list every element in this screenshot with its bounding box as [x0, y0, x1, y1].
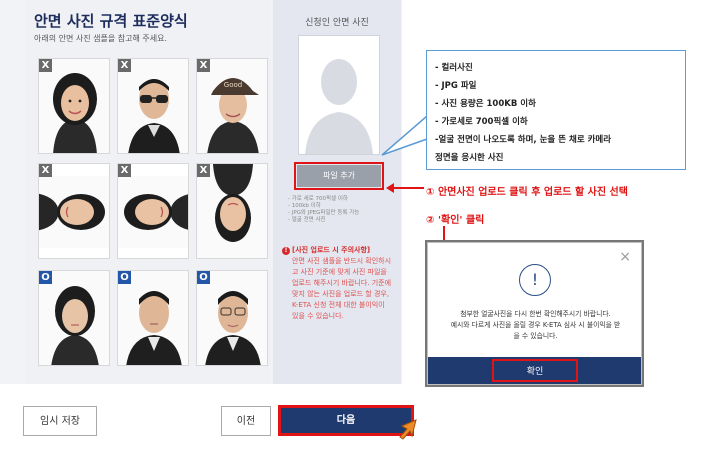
dialog-message: 첨부한 얼굴사진을 다시 한번 확인해주시기 바랍니다. 예시와 다르게 사진을… [432, 309, 639, 342]
hint-line: - 가로 세로 700픽셀 이하 [288, 196, 348, 202]
correct-mark-icon: O [197, 271, 210, 284]
arrow-left-icon [386, 183, 424, 193]
svg-text:Good: Good [224, 81, 242, 89]
next-button[interactable]: 다음 [278, 405, 414, 436]
sample-photo-wrong-smile: X [38, 58, 110, 154]
wrong-mark-icon: X [197, 59, 210, 72]
requirements-callout: - 컬러사진 - JPG 파일 - 사진 용량은 100KB 이하 - 가로세로… [426, 50, 686, 170]
wrong-mark-icon: X [39, 59, 52, 72]
woman-portrait-icon [39, 59, 109, 153]
man-portrait-icon [118, 271, 188, 365]
dialog-message-line: 을 수 있습니다. [513, 332, 558, 340]
upload-hints: - 가로 세로 700픽셀 이하 - 100kb 이하 - JPG와 JPEG파… [288, 196, 359, 224]
requirement-line: - 가로세로 700픽셀 이하 [435, 117, 528, 127]
dialog-message-line: 예시와 다르게 사진을 올릴 경우 K-ETA 심사 시 불이익을 받 [450, 321, 621, 329]
sample-photo-wrong-rotated-right: X [117, 163, 189, 259]
upload-label: 신청인 안면 사진 [305, 18, 369, 28]
man-glasses-icon [197, 271, 267, 365]
wrong-mark-icon: X [118, 59, 131, 72]
sample-photo-correct-man: O [117, 270, 189, 366]
save-draft-button[interactable]: 임시 저장 [23, 406, 97, 436]
woman-portrait-icon [39, 271, 109, 365]
correct-mark-icon: O [39, 271, 52, 284]
sample-photo-wrong-cap: X Good [196, 58, 268, 154]
confirm-dialog: × ! 첨부한 얼굴사진을 다시 한번 확인해주시기 바랍니다. 예시와 다르게… [427, 242, 642, 385]
step-one-instruction: ① 안면사진 업로드 클릭 후 업로드 할 사진 선택 [426, 187, 628, 198]
add-file-button[interactable]: 파일 추가 [294, 162, 384, 190]
upside-down-portrait-icon [197, 164, 267, 258]
rotated-portrait-icon [39, 176, 109, 248]
dialog-footer: 확인 [428, 357, 641, 384]
person-silhouette-icon [305, 59, 373, 154]
pointer-cursor-icon [399, 419, 417, 440]
photo-placeholder [298, 35, 380, 155]
sample-photo-wrong-sunglasses: X [117, 58, 189, 154]
requirement-line: - 사진 용량은 100KB 이하 [435, 99, 536, 109]
hint-line: - 얼굴 전면 사진 [288, 217, 326, 223]
sample-photo-wrong-upside-down: X [196, 163, 268, 259]
previous-button[interactable]: 이전 [221, 406, 271, 436]
requirement-line: 정면을 응시한 사진 [435, 153, 504, 163]
confirm-button[interactable]: 확인 [492, 359, 578, 382]
requirement-line: - 컬러사진 [435, 63, 473, 73]
hint-line: - JPG와 JPEG파일만 등록 가능 [288, 210, 360, 216]
wrong-mark-icon: X [118, 164, 131, 177]
sample-photo-correct-man-glasses: O [196, 270, 268, 366]
warning-body: 안면 사진 샘플을 반드시 확인하시고 사진 기준에 맞게 사진 파일을 업로드… [292, 257, 392, 320]
wrong-mark-icon: X [39, 164, 52, 177]
warning-title-text: [사진 업로드 시 주의사항] [292, 246, 371, 254]
correct-mark-icon: O [118, 271, 131, 284]
man-sunglasses-icon [118, 59, 188, 153]
wrong-mark-icon: X [197, 164, 210, 177]
requirement-line: - JPG 파일 [435, 81, 477, 91]
warning-title: ! [사진 업로드 시 주의사항] [282, 245, 370, 255]
woman-cap-icon: Good [197, 59, 267, 153]
alert-icon: ! [282, 247, 290, 255]
page-subtitle: 아래의 안면 사진 샘플을 참고해 주세요. [34, 34, 168, 43]
info-alert-icon: ! [519, 264, 551, 296]
callout-pointer [381, 115, 428, 156]
close-icon[interactable]: × [619, 249, 631, 265]
sample-photo-wrong-rotated-left: X [38, 163, 110, 259]
hint-line: - 100kb 이하 [288, 203, 321, 209]
sample-photo-correct-woman: O [38, 270, 110, 366]
requirement-line: -얼굴 전면이 나오도록 하며, 눈을 뜬 채로 카메라 [435, 135, 612, 145]
dialog-message-line: 첨부한 얼굴사진을 다시 한번 확인해주시기 바랍니다. [460, 310, 611, 318]
rotated-portrait-icon [118, 176, 188, 248]
page-title: 안면 사진 규격 표준양식 [34, 12, 188, 30]
